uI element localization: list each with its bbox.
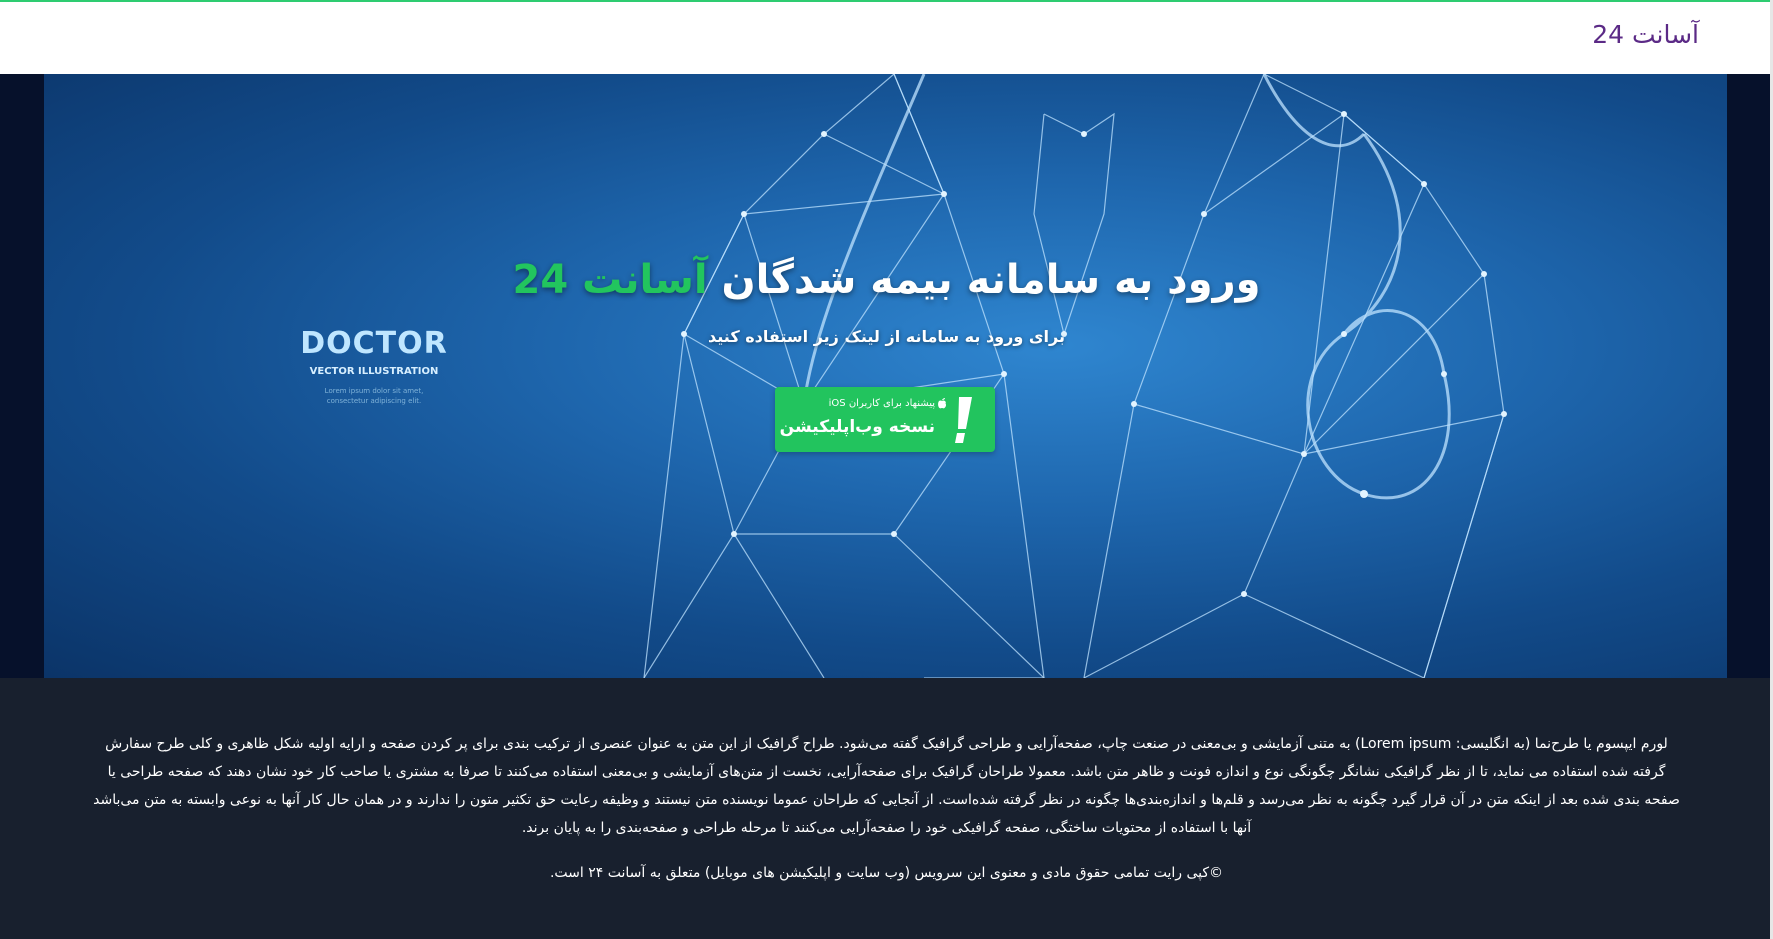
webapp-button-label: نسخه وب‌اپلیکیشن	[779, 417, 935, 437]
copyright-text: ©کپی رایت تمامی حقوق مادی و معنوی این سر…	[549, 865, 1224, 881]
webapp-button-hint: پیشنهاد برای کاربران iOS	[828, 398, 935, 409]
hero-heading-brand: آسانت 24	[512, 257, 708, 303]
site-header: آسانت 24	[0, 2, 1773, 74]
illustration-caption-line1: Lorem ipsum dolor sit amet,	[324, 387, 424, 395]
illustration-caption: Lorem ipsum dolor sit amet, consectetur …	[314, 386, 434, 406]
hero-heading: ورود به سامانه بیمه شدگان آسانت 24	[0, 257, 1773, 303]
apple-icon	[938, 398, 947, 409]
illustration-subtitle: VECTOR ILLUSTRATION	[309, 366, 439, 377]
site-footer: لورم ایپسوم یا طرح‌نما (به انگلیسی: Lore…	[0, 678, 1773, 939]
illustration-caption-line2: consectetur adipiscing elit.	[326, 397, 422, 405]
hero-background-image: DOCTOR VECTOR ILLUSTRATION Lorem ipsum d…	[44, 74, 1727, 678]
footer-description: لورم ایپسوم یا طرح‌نما (به انگلیسی: Lore…	[93, 736, 1680, 836]
hero-heading-text: ورود به سامانه بیمه شدگان	[707, 257, 1261, 303]
exclamation-icon	[955, 397, 972, 443]
hero-section: DOCTOR VECTOR ILLUSTRATION Lorem ipsum d…	[0, 74, 1773, 678]
webapp-version-button[interactable]: پیشنهاد برای کاربران iOS نسخه وب‌اپلیکیش…	[775, 387, 995, 452]
hero-subtitle: برای ورود به سامانه از لینک زیر استفاده …	[708, 327, 1065, 346]
brand-logo-link[interactable]: آسانت 24	[1592, 20, 1699, 49]
